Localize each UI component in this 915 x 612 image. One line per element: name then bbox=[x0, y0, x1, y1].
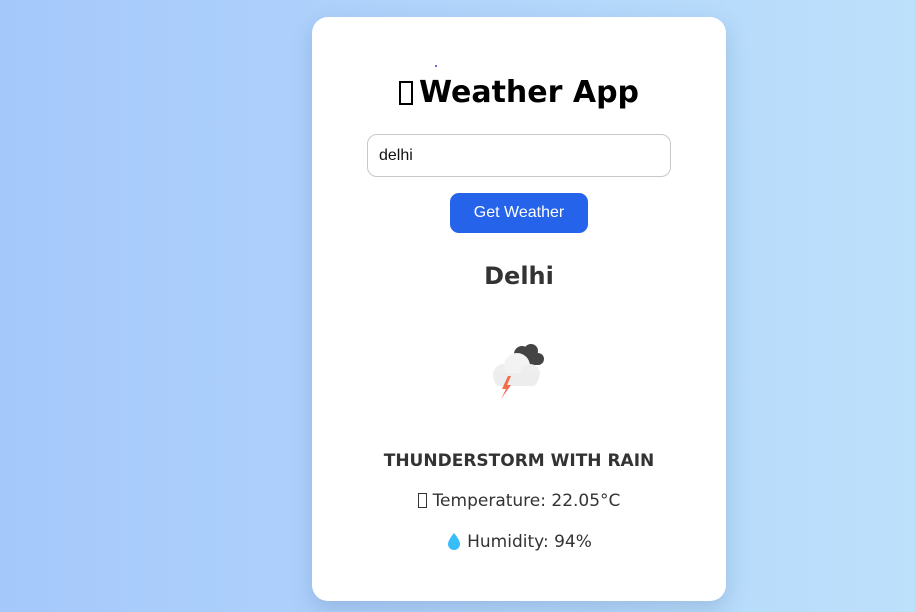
page-title: Weather App bbox=[312, 73, 726, 113]
temperature-row: Temperature: 22.05°C bbox=[312, 490, 726, 512]
humidity-row: Humidity: 94% bbox=[312, 531, 726, 553]
thunderstorm-rain-icon bbox=[493, 344, 544, 399]
stray-dot bbox=[435, 65, 437, 67]
temperature-label: Temperature: bbox=[432, 491, 546, 511]
missing-glyph-icon bbox=[417, 493, 427, 508]
humidity-label: Humidity: bbox=[467, 532, 549, 552]
get-weather-button[interactable]: Get Weather bbox=[450, 193, 588, 233]
city-name: Delhi bbox=[484, 262, 554, 290]
city-search-input[interactable] bbox=[367, 134, 671, 177]
weather-card: Weather App Get Weather Delhi THUNDERSTO… bbox=[312, 17, 726, 601]
weather-condition: THUNDERSTORM WITH RAIN bbox=[383, 451, 655, 471]
water-drop-icon bbox=[448, 533, 461, 550]
temperature-value: 22.05°C bbox=[551, 491, 621, 511]
missing-glyph-icon bbox=[398, 81, 413, 105]
humidity-value: 94% bbox=[554, 532, 592, 552]
page-title-text: Weather App bbox=[418, 75, 640, 110]
